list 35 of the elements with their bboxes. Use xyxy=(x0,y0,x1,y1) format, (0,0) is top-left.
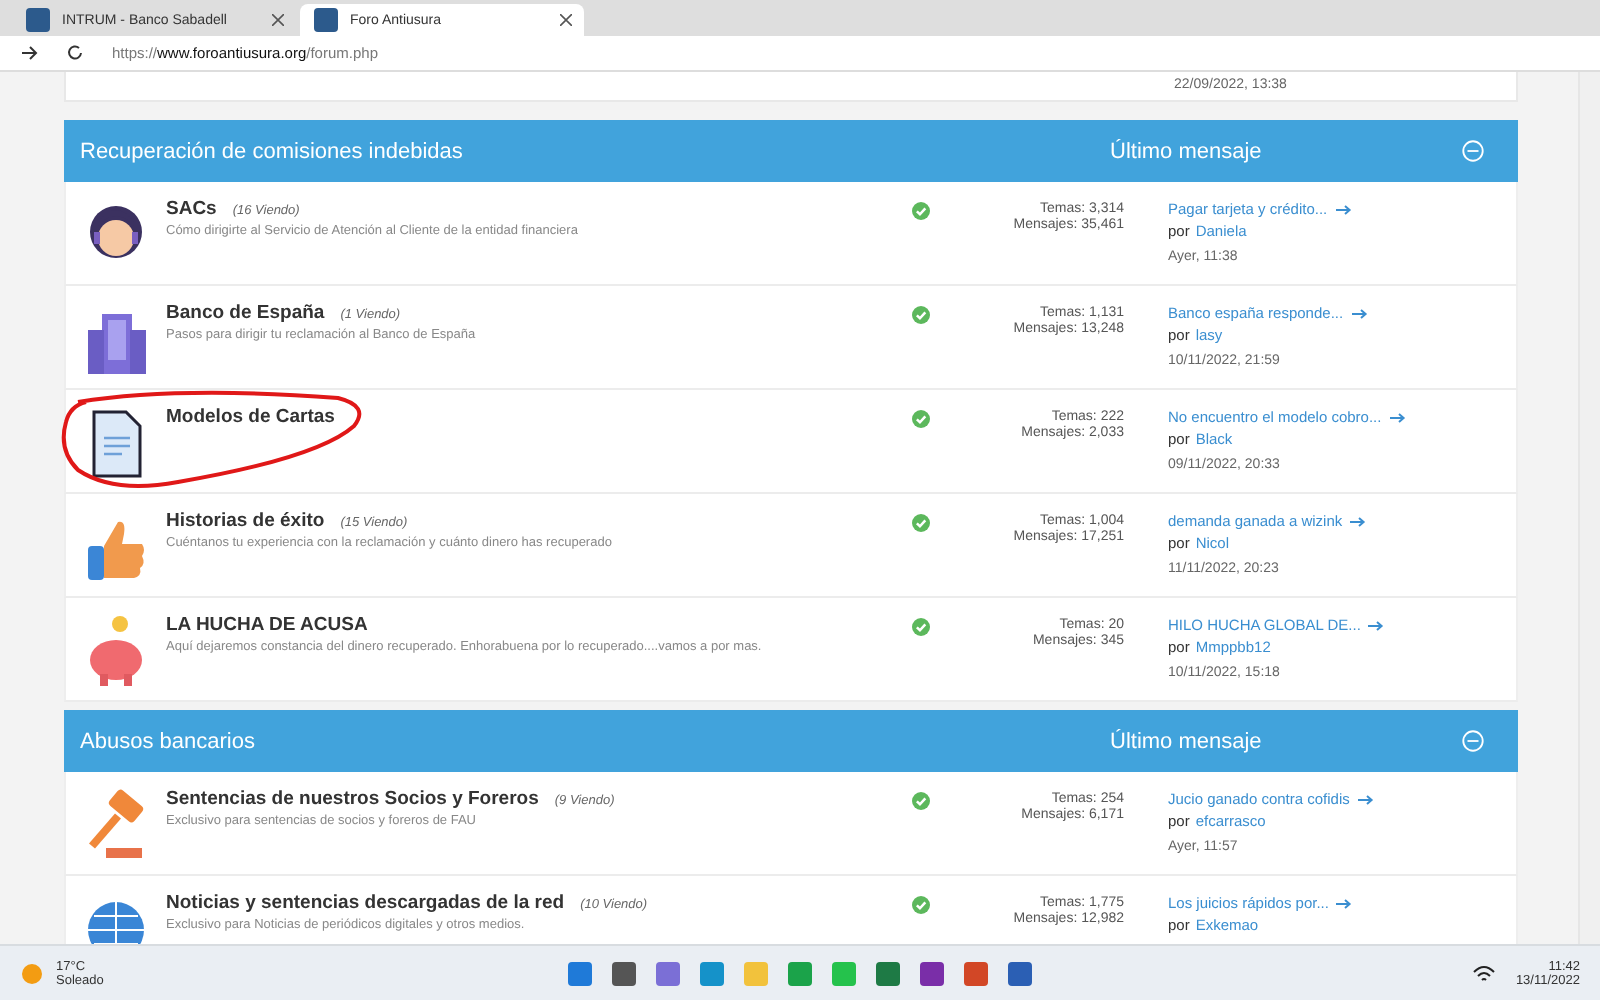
column-heading: Último mensaje xyxy=(1110,729,1264,753)
check-icon xyxy=(911,618,929,636)
site-icon[interactable] xyxy=(312,6,340,34)
forum-title[interactable]: Sentencias de nuestros Socios y Foreros xyxy=(166,788,539,810)
sun-icon xyxy=(20,961,44,985)
forum-title[interactable]: Noticias y sentencias descargadas de la red xyxy=(166,892,565,914)
category-title: Recuperación de comisiones indebidas xyxy=(80,139,465,163)
collapse-icon[interactable] xyxy=(1462,730,1484,752)
forum-title[interactable]: Historias de éxito xyxy=(166,510,325,532)
refresh-icon[interactable] xyxy=(66,44,84,62)
forum-title[interactable]: LA HUCHA DE ACUSA xyxy=(166,614,368,636)
site-icon[interactable] xyxy=(24,6,52,34)
column-heading: Último mensaje xyxy=(1110,139,1264,163)
category-title: Abusos bancarios xyxy=(80,729,257,753)
check-icon xyxy=(911,514,929,532)
collapse-icon[interactable] xyxy=(1462,140,1484,162)
close-icon[interactable] xyxy=(560,14,572,26)
check-icon xyxy=(911,410,929,428)
arrow-icon xyxy=(1389,411,1406,423)
arrow-icon xyxy=(1335,203,1352,215)
wifi-icon[interactable] xyxy=(1471,963,1496,983)
forum-title[interactable]: Modelos de Cartas xyxy=(166,406,335,428)
check-icon xyxy=(911,792,929,810)
arrow-icon xyxy=(1350,515,1367,527)
arrow-icon xyxy=(1368,619,1385,631)
check-icon xyxy=(911,202,929,220)
forum-title[interactable]: SACs xyxy=(166,198,217,220)
arrow-icon xyxy=(1351,307,1368,319)
forum-title[interactable]: Banco de España xyxy=(166,302,325,324)
check-icon xyxy=(911,896,929,914)
arrow-icon xyxy=(1357,793,1374,805)
check-icon xyxy=(911,306,929,324)
forward-arrow-icon[interactable] xyxy=(20,44,38,62)
arrow-icon xyxy=(1336,897,1353,909)
close-icon[interactable] xyxy=(272,14,284,26)
